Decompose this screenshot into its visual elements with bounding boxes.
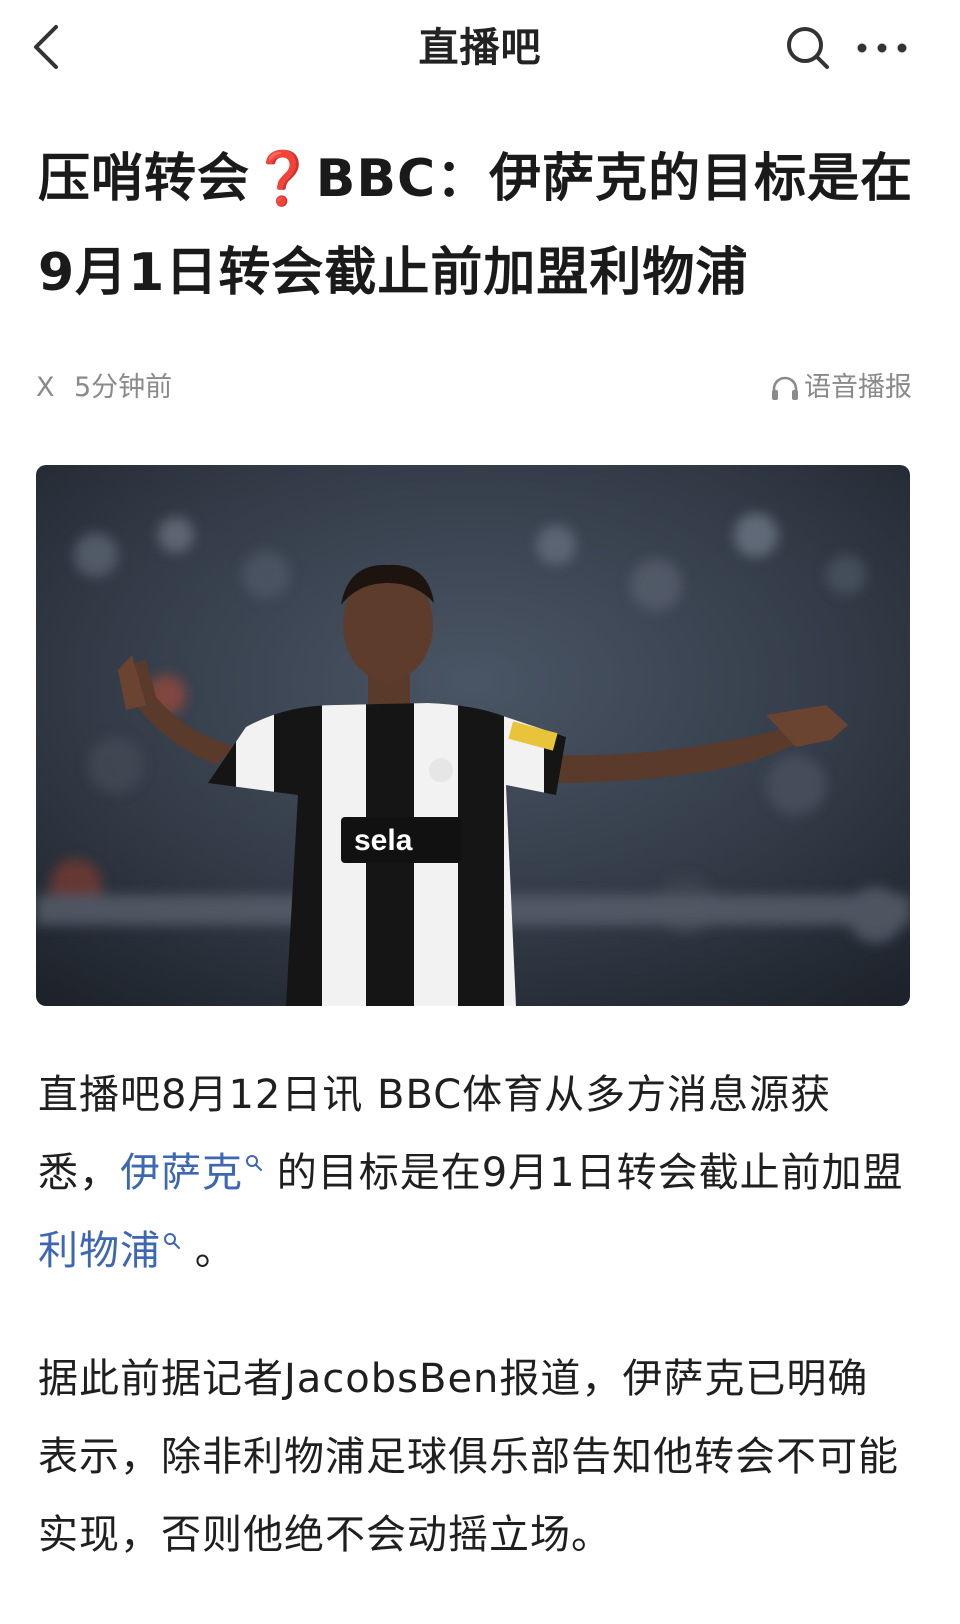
headphones-icon <box>772 376 798 400</box>
search-button[interactable] <box>782 22 834 74</box>
search-mini-icon <box>246 1154 262 1171</box>
paragraph-text: 。 <box>181 1228 236 1274</box>
article-meta: X 5分钟前 语音播报 <box>36 366 912 410</box>
audio-broadcast-label: 语音播报 <box>804 372 912 403</box>
article-paragraph: 直播吧8月12日讯 BBC体育从多方消息源获悉，伊萨克 的目标是在9月1日转会截… <box>38 1056 908 1290</box>
more-button[interactable] <box>852 30 912 66</box>
entity-link-label: 伊萨克 <box>120 1150 243 1196</box>
article-body: 直播吧8月12日讯 BBC体育从多方消息源获悉，伊萨克 的目标是在9月1日转会截… <box>38 1056 908 1624</box>
top-navbar: 直播吧 <box>0 0 960 96</box>
paragraph-text: 的目标是在9月1日转会截止前加盟 <box>263 1150 904 1196</box>
author-name[interactable]: X <box>36 366 55 410</box>
search-mini-icon <box>164 1232 180 1249</box>
entity-link-liverpool[interactable]: 利物浦 <box>38 1228 181 1274</box>
more-icon <box>857 43 907 53</box>
search-icon <box>787 27 829 69</box>
article-paragraph: 据此前据记者JacobsBen报道，伊萨克已明确表示，除非利物浦足球俱乐部告知他… <box>38 1356 899 1558</box>
entity-link-isak[interactable]: 伊萨克 <box>120 1150 263 1196</box>
publish-time: 5分钟前 <box>74 372 173 403</box>
article-hero-image[interactable]: sela <box>36 465 910 1006</box>
entity-link-label: 利物浦 <box>38 1228 161 1274</box>
player-photo: sela <box>36 465 910 1006</box>
audio-broadcast-button[interactable]: 语音播报 <box>770 366 912 410</box>
article-headline: 压哨转会❓BBC：伊萨克的目标是在9月1日转会截止前加盟利物浦 <box>38 149 914 303</box>
kit-sponsor-text: sela <box>354 824 413 857</box>
